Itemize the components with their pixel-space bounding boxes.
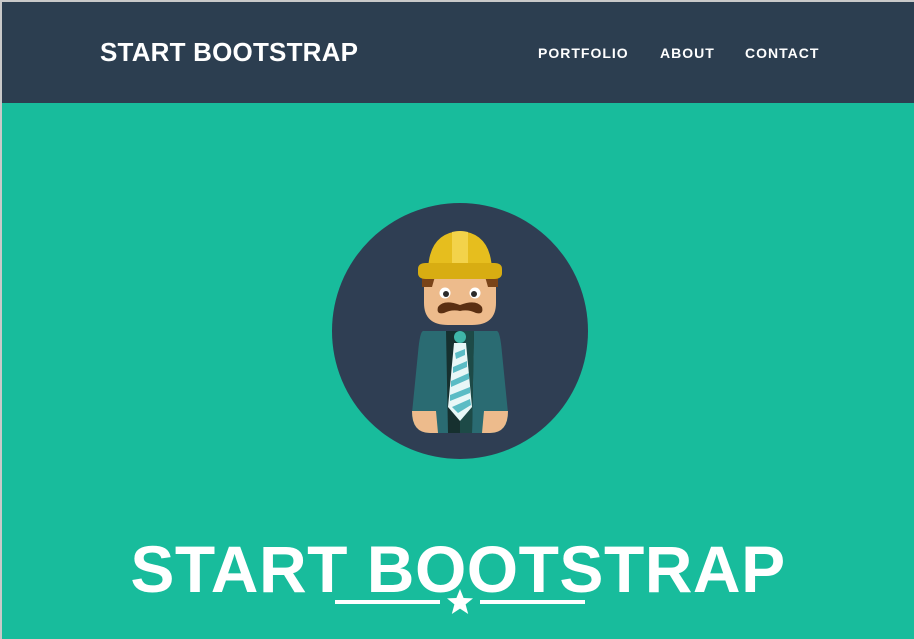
nav-link-portfolio[interactable]: PORTFOLIO <box>538 44 629 62</box>
hero-section: START BOOTSTRAP <box>2 103 914 639</box>
construction-worker-avatar-icon <box>332 203 588 459</box>
star-divider <box>2 587 914 617</box>
nav-link-about[interactable]: ABOUT <box>660 44 715 62</box>
navbar: START BOOTSTRAP PORTFOLIO ABOUT CONTACT <box>2 2 914 103</box>
browser-viewport: START BOOTSTRAP PORTFOLIO ABOUT CONTACT <box>0 0 914 639</box>
divider-line-right <box>480 600 585 604</box>
nav-links: PORTFOLIO ABOUT CONTACT <box>2 44 914 64</box>
star-icon <box>447 589 473 614</box>
nav-link-contact[interactable]: CONTACT <box>745 44 819 62</box>
divider-line-left <box>335 600 440 604</box>
